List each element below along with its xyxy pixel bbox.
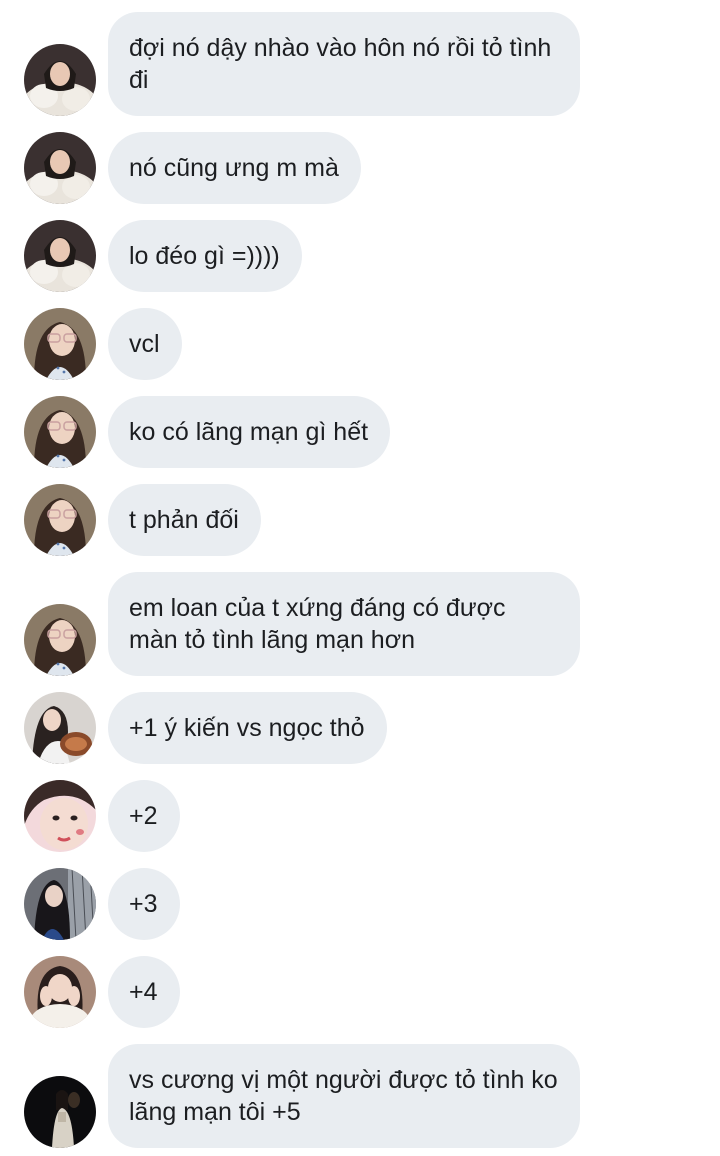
message-row: em loan của t xứng đáng có được màn tỏ t… <box>0 572 720 676</box>
message-text: lo đéo gì =)))) <box>129 242 280 270</box>
message-text: +1 ý kiến vs ngọc thỏ <box>129 714 365 742</box>
message-bubble[interactable]: +1 ý kiến vs ngọc thỏ <box>108 692 387 764</box>
avatar[interactable] <box>24 308 96 380</box>
message-bubble[interactable]: nó cũng ưng m mà <box>108 132 361 204</box>
message-text: +4 <box>129 978 158 1006</box>
avatar[interactable] <box>24 44 96 116</box>
avatar[interactable] <box>24 484 96 556</box>
message-bubble[interactable]: t phản đối <box>108 484 261 556</box>
message-row: vs cương vị một người được tỏ tình ko lã… <box>0 1044 720 1148</box>
message-bubble[interactable]: vs cương vị một người được tỏ tình ko lã… <box>108 1044 580 1148</box>
message-text: nó cũng ưng m mà <box>129 154 339 182</box>
message-bubble[interactable]: +2 <box>108 780 180 852</box>
avatar[interactable] <box>24 956 96 1028</box>
avatar[interactable] <box>24 396 96 468</box>
message-text: em loan của t xứng đáng có được màn tỏ t… <box>129 594 506 654</box>
message-bubble[interactable]: em loan của t xứng đáng có được màn tỏ t… <box>108 572 580 676</box>
message-row: đợi nó dậy nhào vào hôn nó rồi tỏ tình đ… <box>0 12 720 116</box>
message-row: +4 <box>0 956 720 1028</box>
message-row: +1 ý kiến vs ngọc thỏ <box>0 692 720 764</box>
avatar[interactable] <box>24 692 96 764</box>
message-bubble[interactable]: đợi nó dậy nhào vào hôn nó rồi tỏ tình đ… <box>108 12 580 116</box>
message-text: đợi nó dậy nhào vào hôn nó rồi tỏ tình đ… <box>129 34 552 94</box>
message-text: t phản đối <box>129 506 239 534</box>
message-bubble[interactable]: +4 <box>108 956 180 1028</box>
message-text: ko có lãng mạn gì hết <box>129 418 369 446</box>
avatar[interactable] <box>24 604 96 676</box>
message-row: +3 <box>0 868 720 940</box>
message-bubble[interactable]: +3 <box>108 868 180 940</box>
message-row: vcl <box>0 308 720 380</box>
avatar[interactable] <box>24 1076 96 1148</box>
avatar[interactable] <box>24 132 96 204</box>
message-text: vs cương vị một người được tỏ tình ko lã… <box>129 1066 558 1126</box>
message-row: t phản đối <box>0 484 720 556</box>
message-bubble[interactable]: lo đéo gì =)))) <box>108 220 302 292</box>
message-bubble[interactable]: ko có lãng mạn gì hết <box>108 396 391 468</box>
message-bubble[interactable]: vcl <box>108 308 182 380</box>
message-row: nó cũng ưng m mà <box>0 132 720 204</box>
avatar[interactable] <box>24 220 96 292</box>
message-text: +2 <box>129 802 158 830</box>
avatar[interactable] <box>24 868 96 940</box>
message-text: +3 <box>129 890 158 918</box>
message-text: vcl <box>129 330 160 358</box>
avatar[interactable] <box>24 780 96 852</box>
message-row: +2 <box>0 780 720 852</box>
message-row: lo đéo gì =)))) <box>0 220 720 292</box>
message-row: ko có lãng mạn gì hết <box>0 396 720 468</box>
